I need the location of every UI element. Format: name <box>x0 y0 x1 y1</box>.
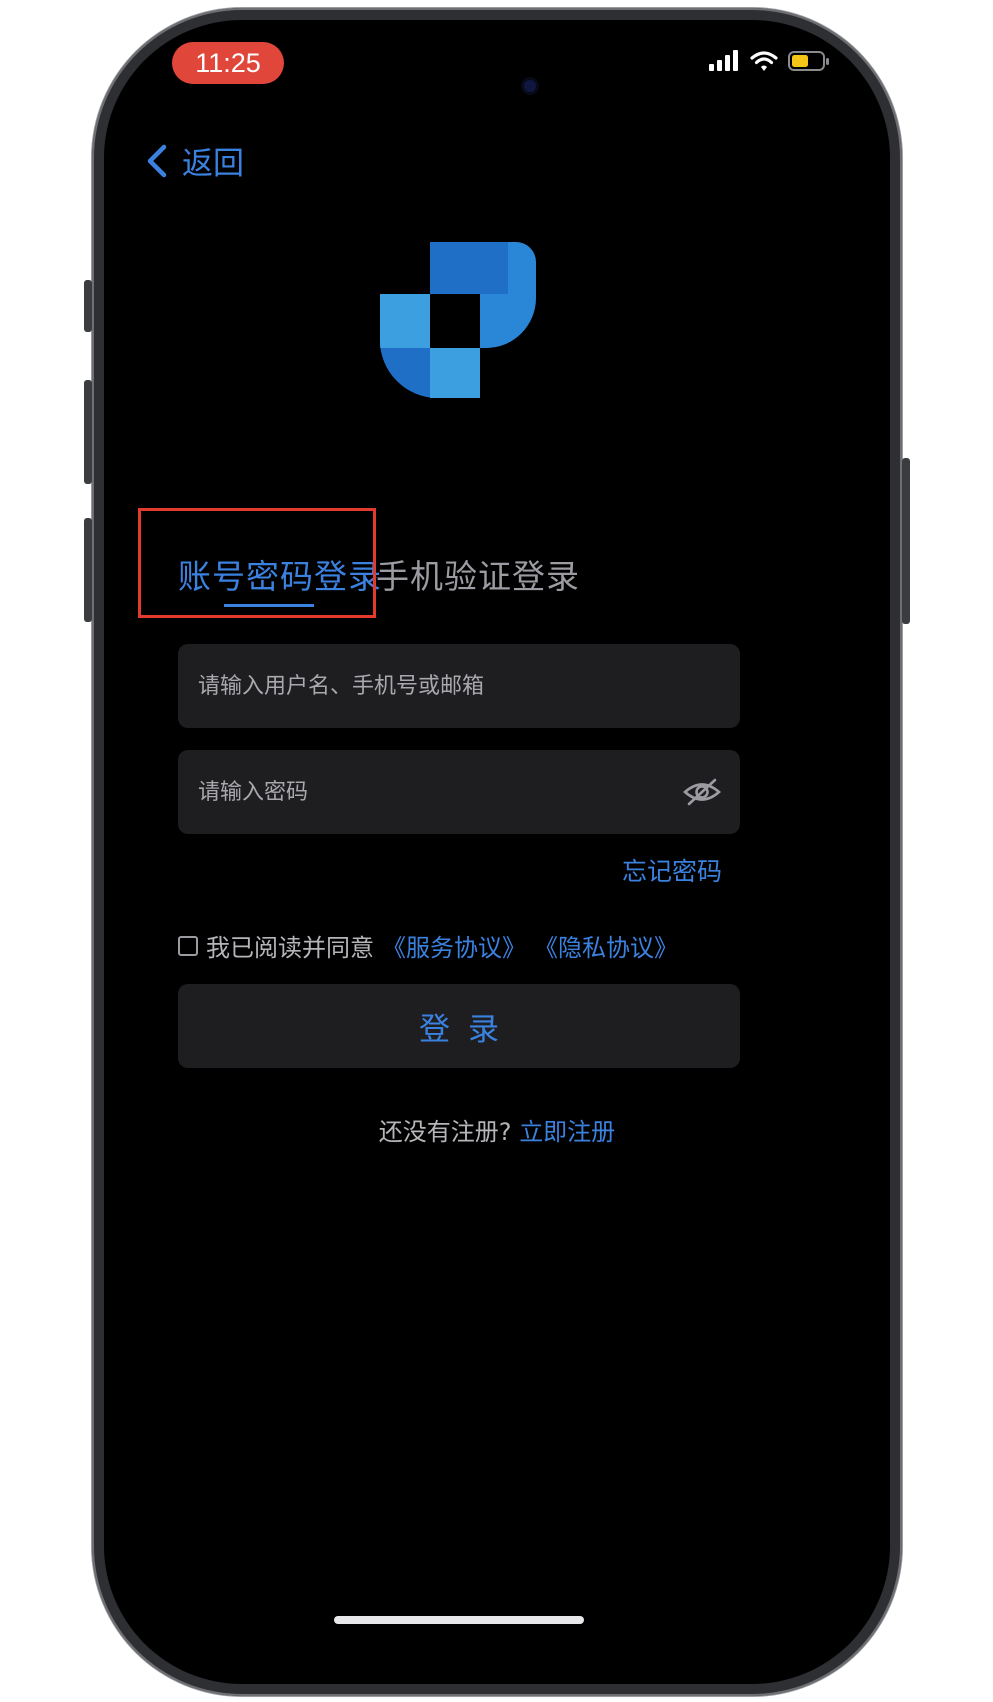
back-button[interactable]: 返回 <box>146 138 244 183</box>
register-prompt: 还没有注册? <box>378 1118 512 1146</box>
back-label: 返回 <box>182 146 244 182</box>
agreement-row: 我已阅读并同意 《服务协议》 《隐私协议》 <box>178 928 678 963</box>
forgot-password-link[interactable]: 忘记密码 <box>622 852 722 888</box>
eye-off-icon[interactable] <box>682 777 722 807</box>
login-button[interactable]: 登录 <box>178 984 740 1068</box>
agreement-checkbox[interactable] <box>178 935 198 956</box>
password-field[interactable] <box>178 750 740 834</box>
service-agreement-link[interactable]: 《服务协议》 <box>382 928 526 963</box>
agreement-text: 我已阅读并同意 <box>206 934 374 962</box>
username-input[interactable] <box>196 672 722 700</box>
silent-switch <box>84 280 92 332</box>
volume-down-button <box>84 518 92 622</box>
chevron-left-icon <box>147 144 167 177</box>
tab-phone-verification[interactable]: 手机验证登录 <box>376 550 580 598</box>
volume-up-button <box>84 380 92 484</box>
page: 11:25 返回 账号密码登录 手机验证登录 请输入用户名、手机号或邮箱 忘记密… <box>0 0 993 1702</box>
register-link[interactable]: 立即注册 <box>519 1118 615 1146</box>
register-row: 还没有注册? 立即注册 <box>104 1112 890 1147</box>
annotation-highlight-box <box>138 508 376 618</box>
password-input[interactable] <box>196 778 682 806</box>
app-logo <box>380 242 536 398</box>
username-field[interactable] <box>178 644 740 728</box>
status-time: 11:25 <box>172 42 284 84</box>
front-camera <box>524 80 536 92</box>
wifi-icon <box>750 51 778 71</box>
home-indicator[interactable] <box>334 1616 584 1624</box>
cellular-signal-icon <box>709 50 738 71</box>
status-icons <box>708 50 830 72</box>
power-button <box>902 458 910 624</box>
battery-icon <box>788 51 829 71</box>
privacy-agreement-link[interactable]: 《隐私协议》 <box>534 928 678 963</box>
phone-screen: 11:25 返回 账号密码登录 手机验证登录 请输入用户名、手机号或邮箱 忘记密… <box>104 20 890 1684</box>
